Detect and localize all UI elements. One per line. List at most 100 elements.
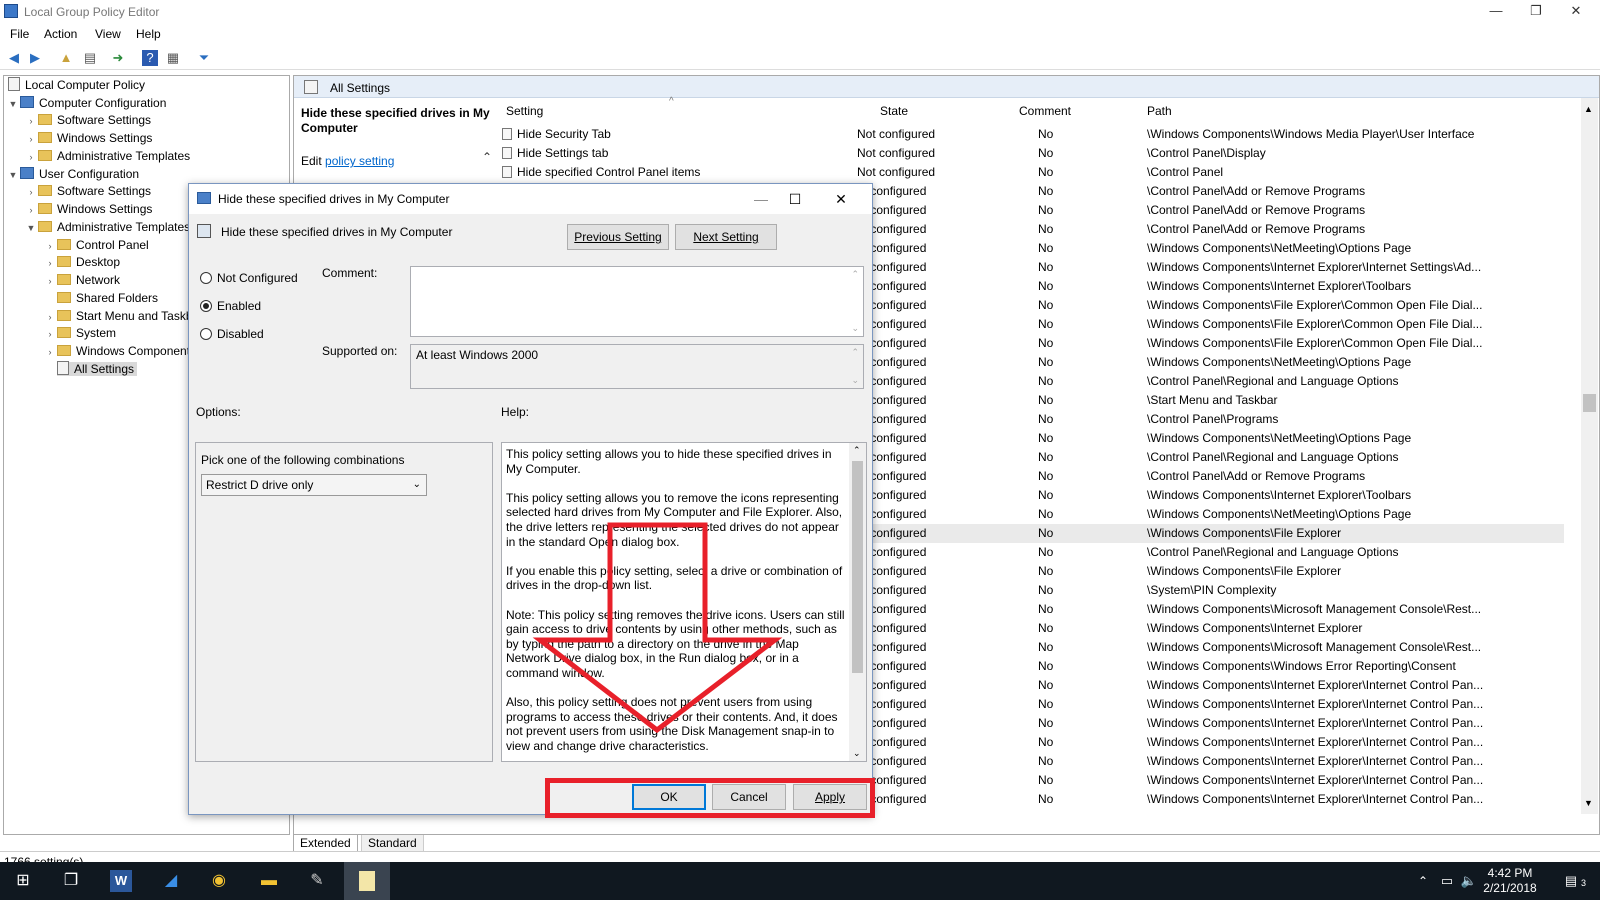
radio-circle[interactable]	[200, 272, 212, 284]
tree-node-shared-folders[interactable]: Shared Folders	[43, 289, 158, 307]
scroll-up-arrow-icon[interactable]: ⌃	[851, 347, 859, 358]
scroll-up-arrow-icon[interactable]: ▲	[1584, 104, 1593, 114]
expanded-chevron-icon[interactable]: ▼	[24, 219, 38, 237]
clock[interactable]: 4:42 PM 2/21/2018	[1480, 866, 1540, 896]
expanded-chevron-icon[interactable]: ▼	[6, 166, 20, 184]
scroll-down-arrow-icon[interactable]: ⌄	[853, 748, 861, 759]
minimize-button[interactable]: —	[1476, 0, 1516, 24]
collapsed-chevron-icon[interactable]: ›	[24, 201, 38, 219]
radio-enabled[interactable]: Enabled	[200, 298, 261, 314]
tree-node-network[interactable]: › Network	[43, 271, 121, 290]
table-row[interactable]: Hide Security Tab Not configured No \Window…	[502, 125, 1564, 144]
notification-count: 3	[1580, 878, 1586, 888]
collapsed-chevron-icon[interactable]: ›	[43, 272, 57, 290]
show-hide-tree-icon[interactable]: ▤	[82, 50, 98, 66]
collapsed-chevron-icon[interactable]: ›	[43, 343, 57, 361]
tree-node-all-settings[interactable]: All Settings	[57, 360, 138, 378]
tree-node-user-administrative-templates[interactable]: ▼ Administrative Templates	[24, 218, 191, 237]
radio-circle[interactable]	[200, 328, 212, 340]
comment-textarea[interactable]: ⌃ ⌄	[410, 266, 864, 337]
previous-setting-button[interactable]: Previous Setting	[567, 224, 669, 250]
help-scroll-thumb[interactable]	[852, 461, 863, 673]
radio-disabled[interactable]: Disabled	[200, 326, 264, 342]
table-scrollbar[interactable]: ▲ ▼	[1581, 98, 1598, 814]
radio-not-configured[interactable]: Not Configured	[200, 270, 298, 286]
word-icon[interactable]: W	[110, 870, 132, 892]
network-icon[interactable]: ▭	[1436, 870, 1458, 892]
next-setting-button[interactable]: Next Setting	[675, 224, 777, 250]
properties-icon[interactable]: ▦	[165, 50, 181, 66]
menu-file[interactable]: File	[10, 27, 29, 41]
back-arrow-icon[interactable]: ◀	[6, 50, 22, 66]
maximize-button[interactable]: ❐	[1516, 0, 1556, 24]
close-button[interactable]: ✕	[1556, 0, 1596, 24]
file-explorer-icon[interactable]: ▬	[258, 870, 280, 892]
forward-arrow-icon[interactable]: ▶	[27, 50, 43, 66]
table-row[interactable]: Hide Settings tab Not configured No \Contro…	[502, 144, 1564, 163]
volume-icon[interactable]: 🔈	[1458, 870, 1480, 892]
windows-start-icon[interactable]: ⊞	[12, 870, 34, 892]
column-header-comment[interactable]: Comment	[1019, 104, 1071, 122]
export-list-icon[interactable]: ➜	[110, 50, 126, 66]
column-header-path[interactable]: Path	[1147, 104, 1172, 122]
state-cell: ot configured	[857, 298, 927, 312]
gpedit-taskbar-icon[interactable]	[344, 862, 390, 900]
tab-standard[interactable]: Standard	[361, 835, 424, 852]
tree-node-windows-settings[interactable]: › Windows Settings	[24, 129, 153, 148]
edge-icon[interactable]: ◢	[160, 870, 182, 892]
expanded-chevron-icon[interactable]: ▼	[6, 95, 20, 113]
tree-node-system[interactable]: › System	[43, 324, 117, 343]
collapsed-chevron-icon[interactable]: ›	[24, 148, 38, 166]
tree-node-desktop[interactable]: › Desktop	[43, 253, 121, 272]
column-header-state[interactable]: State	[880, 104, 908, 122]
help-scrollbar[interactable]: ⌃ ⌄	[849, 443, 866, 761]
chrome-icon[interactable]: ◉	[208, 870, 230, 892]
collapsed-chevron-icon[interactable]: ›	[43, 325, 57, 343]
scroll-down-arrow-icon[interactable]: ⌄	[851, 323, 859, 334]
scroll-up-arrow-icon[interactable]: ⌃	[853, 445, 861, 456]
scroll-down-arrow-icon[interactable]: ▼	[1584, 798, 1593, 808]
menu-help[interactable]: Help	[136, 27, 161, 41]
dialog-minimize-button[interactable]: —	[746, 189, 776, 209]
menu-view[interactable]: View	[95, 27, 121, 41]
scroll-thumb[interactable]	[1583, 394, 1596, 412]
policy-setting-link[interactable]: policy setting	[325, 154, 394, 168]
scroll-down-arrow-icon[interactable]: ⌄	[851, 375, 859, 386]
path-cell: \Windows Components\NetMeeting\Options P…	[1147, 507, 1412, 521]
tree-node-user-configuration[interactable]: ▼ User Configuration	[6, 165, 139, 183]
collapsed-chevron-icon[interactable]: ›	[24, 130, 38, 148]
tree-node-windows-components[interactable]: › Windows Components	[43, 342, 197, 361]
chevron-down-icon[interactable]: ⌄	[413, 475, 421, 495]
tree-node-control-panel[interactable]: › Control Panel	[43, 236, 149, 254]
radio-circle-selected[interactable]	[200, 300, 212, 312]
tree-node-administrative-templates[interactable]: › Administrative Templates	[24, 147, 191, 166]
help-icon[interactable]: ?	[142, 50, 158, 66]
up-folder-icon[interactable]: ▲	[58, 50, 74, 66]
tree-node-local-computer-policy[interactable]: Local Computer Policy	[8, 76, 145, 94]
scroll-up-icon[interactable]: ⌃	[482, 150, 492, 164]
paint-icon[interactable]: ✎	[306, 870, 328, 892]
table-row[interactable]: Hide specified Control Panel items Not co…	[502, 163, 1564, 182]
tree-node-user-windows-settings[interactable]: › Windows Settings	[24, 200, 153, 219]
collapsed-chevron-icon[interactable]: ›	[43, 254, 57, 272]
comment-cell: No	[1038, 450, 1054, 464]
tree-node-computer-configuration[interactable]: ▼ Computer Configuration	[6, 94, 166, 112]
show-hidden-icons-icon[interactable]: ⌃	[1412, 870, 1434, 892]
comment-cell: No	[1038, 298, 1054, 312]
dialog-maximize-button[interactable]: ☐	[780, 189, 810, 209]
comment-cell: No	[1038, 602, 1054, 616]
scroll-up-arrow-icon[interactable]: ⌃	[851, 269, 859, 280]
drive-combination-select[interactable]: Restrict D drive only ⌄	[201, 474, 427, 496]
tree-node-start-menu[interactable]: › Start Menu and Taskbar	[43, 307, 204, 325]
filter-icon[interactable]: ⏷	[196, 50, 212, 66]
tab-extended[interactable]: Extended	[293, 835, 358, 852]
menu-action[interactable]: Action	[44, 27, 77, 41]
tree-node-software-settings[interactable]: › Software Settings	[24, 111, 152, 130]
collapsed-chevron-icon[interactable]: ›	[24, 112, 38, 130]
action-center-icon[interactable]: ▤ 3	[1560, 870, 1586, 892]
task-view-icon[interactable]: ❐	[60, 870, 82, 892]
collapsed-chevron-icon[interactable]: ›	[24, 183, 38, 201]
dialog-close-button[interactable]: ✕	[826, 189, 856, 209]
column-header-setting[interactable]: Setting	[506, 104, 543, 122]
tree-node-user-software-settings[interactable]: › Software Settings	[24, 182, 152, 201]
